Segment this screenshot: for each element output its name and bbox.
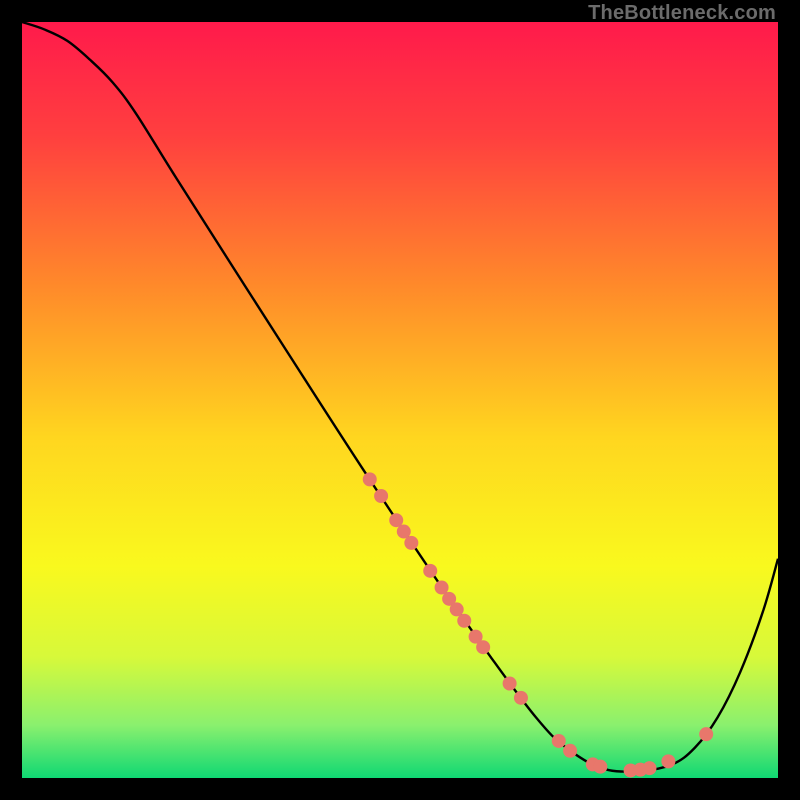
data-point	[661, 754, 675, 768]
data-point	[503, 677, 517, 691]
data-point	[563, 744, 577, 758]
data-point	[374, 489, 388, 503]
data-point	[404, 536, 418, 550]
data-point	[363, 472, 377, 486]
data-point	[552, 734, 566, 748]
data-point	[457, 614, 471, 628]
data-point	[514, 691, 528, 705]
data-point	[699, 727, 713, 741]
bottleneck-chart	[22, 22, 778, 778]
data-point	[593, 760, 607, 774]
plot-frame	[22, 22, 778, 778]
data-point	[476, 640, 490, 654]
data-point	[423, 564, 437, 578]
watermark-text: TheBottleneck.com	[588, 2, 776, 25]
chart-background	[22, 22, 778, 778]
data-point	[642, 761, 656, 775]
